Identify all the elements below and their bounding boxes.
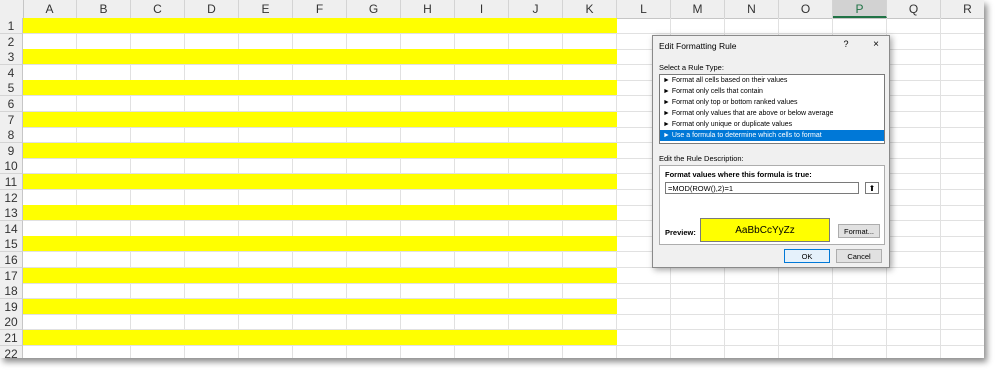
rule-type-item[interactable]: ► Format only cells that contain [660, 86, 884, 97]
row-header-9[interactable]: 9 [0, 142, 23, 159]
row-header-21[interactable]: 21 [0, 330, 23, 346]
select-rule-type-label: Select a Rule Type: [659, 63, 724, 72]
highlighted-row-fill[interactable] [23, 267, 617, 283]
preview-box: AaBbCcYyZz [700, 218, 830, 242]
row-header-17[interactable]: 17 [0, 267, 23, 284]
column-header-p[interactable]: P [833, 0, 887, 18]
highlighted-row-fill[interactable] [23, 298, 617, 314]
row-header-22[interactable]: 22 [0, 345, 23, 358]
column-header-a[interactable]: A [23, 0, 77, 18]
edit-formatting-rule-dialog: Edit Formatting Rule ? × Select a Rule T… [652, 35, 890, 268]
row-header-16[interactable]: 16 [0, 252, 23, 268]
column-header-g[interactable]: G [347, 0, 401, 18]
dialog-title: Edit Formatting Rule [659, 41, 737, 51]
row-header-14[interactable]: 14 [0, 220, 23, 237]
row-header-2[interactable]: 2 [0, 33, 23, 50]
formula-input[interactable]: =MOD(ROW(),2)=1 [665, 182, 859, 194]
column-header-i[interactable]: I [455, 0, 509, 18]
excel-sheet: ABCDEFGHIJKLMNOPQR 1 2 3 4 5 6 7 8 9 10 11 12 13 14 15… [0, 0, 984, 358]
row-header-12[interactable]: 12 [0, 189, 23, 206]
row-header-13[interactable]: 13 [0, 205, 23, 222]
column-header-k[interactable]: K [563, 0, 617, 18]
highlighted-row-fill[interactable] [23, 18, 617, 33]
row-header-6[interactable]: 6 [0, 96, 23, 112]
column-header-c[interactable]: C [131, 0, 185, 18]
row-header-10[interactable]: 10 [0, 158, 23, 175]
cancel-button[interactable]: Cancel [836, 249, 882, 263]
highlighted-row-fill[interactable] [23, 49, 617, 65]
rule-type-item[interactable]: ► Format all cells based on their values [660, 75, 884, 86]
row-header-3[interactable]: 3 [0, 49, 23, 66]
close-icon[interactable]: × [870, 39, 882, 50]
highlighted-row-fill[interactable] [23, 205, 617, 221]
select-all-corner[interactable] [0, 0, 24, 18]
row-header-11[interactable]: 11 [0, 174, 23, 190]
rule-description-panel: Format values where this formula is true… [659, 165, 885, 245]
collapse-arrow-icon: ⬆ [868, 184, 876, 193]
column-header-f[interactable]: F [293, 0, 347, 18]
column-header-row: ABCDEFGHIJKLMNOPQR [0, 0, 984, 19]
column-header-j[interactable]: J [509, 0, 563, 18]
row-header-19[interactable]: 19 [0, 298, 23, 315]
preview-label: Preview: [665, 228, 696, 237]
column-header-m[interactable]: M [671, 0, 725, 18]
highlighted-row-fill[interactable] [23, 174, 617, 189]
sheet-row[interactable] [23, 314, 984, 331]
collapse-dialog-button[interactable]: ⬆ [865, 182, 879, 194]
rule-type-item[interactable]: ► Format only values that are above or b… [660, 108, 884, 119]
rule-type-item[interactable]: ► Format only unique or duplicate values [660, 119, 884, 130]
formula-label: Format values where this formula is true… [665, 170, 812, 179]
format-button[interactable]: Format... [838, 224, 880, 238]
row-header-5[interactable]: 5 [0, 80, 23, 97]
row-header-20[interactable]: 20 [0, 314, 23, 331]
row-header-7[interactable]: 7 [0, 111, 23, 128]
ok-button[interactable]: OK [784, 249, 830, 263]
column-header-b[interactable]: B [77, 0, 131, 18]
column-header-r[interactable]: R [941, 0, 984, 18]
column-header-q[interactable]: Q [887, 0, 941, 18]
rule-type-list[interactable]: ► Format all cells based on their values… [659, 74, 885, 144]
highlighted-row-fill[interactable] [23, 330, 617, 345]
highlighted-row-fill[interactable] [23, 111, 617, 127]
highlighted-row-fill[interactable] [23, 142, 617, 158]
column-header-h[interactable]: H [401, 0, 455, 18]
row-header-1[interactable]: 1 [0, 18, 23, 34]
row-header-8[interactable]: 8 [0, 127, 23, 144]
column-header-o[interactable]: O [779, 0, 833, 18]
row-header-4[interactable]: 4 [0, 64, 23, 81]
highlighted-row-fill[interactable] [23, 236, 617, 252]
rule-type-item[interactable]: ► Format only top or bottom ranked value… [660, 97, 884, 108]
edit-description-label: Edit the Rule Description: [659, 154, 744, 163]
sheet-row[interactable] [23, 283, 984, 300]
row-header-15[interactable]: 15 [0, 236, 23, 253]
column-header-e[interactable]: E [239, 0, 293, 18]
help-icon[interactable]: ? [841, 39, 851, 49]
column-header-l[interactable]: L [617, 0, 671, 18]
column-header-d[interactable]: D [185, 0, 239, 18]
highlighted-row-fill[interactable] [23, 80, 617, 96]
sheet-row[interactable] [23, 346, 984, 358]
rule-type-item[interactable]: ► Use a formula to determine which cells… [660, 130, 884, 141]
row-header-18[interactable]: 18 [0, 283, 23, 300]
column-header-n[interactable]: N [725, 0, 779, 18]
